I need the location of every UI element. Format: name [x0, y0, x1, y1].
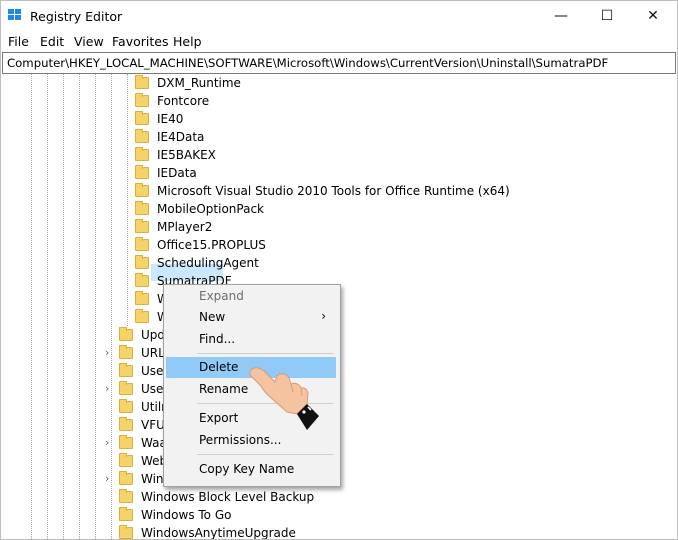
folder-icon: [119, 489, 133, 503]
menu-item-new[interactable]: New ›: [166, 307, 336, 328]
chevron-right-icon[interactable]: ›: [105, 346, 109, 359]
menu-view[interactable]: View: [74, 34, 104, 49]
menu-help[interactable]: Help: [173, 34, 202, 49]
chevron-right-icon: ›: [321, 309, 326, 323]
folder-icon: [119, 399, 133, 413]
menu-file[interactable]: File: [8, 34, 29, 49]
minimize-button[interactable]: —: [538, 1, 584, 32]
menu-edit[interactable]: Edit: [40, 34, 64, 49]
menu-bar: File Edit View Favorites Help: [1, 32, 677, 52]
registry-editor-icon: [8, 9, 24, 23]
menu-item-find[interactable]: Find...: [166, 329, 336, 350]
menu-separator: [197, 454, 334, 455]
maximize-button[interactable]: ☐: [584, 1, 630, 32]
title-bar: Registry Editor — ☐ ✕: [1, 1, 677, 32]
close-button[interactable]: ✕: [630, 1, 676, 32]
folder-icon: [135, 147, 149, 161]
folder-icon: [135, 309, 149, 323]
window-title: Registry Editor: [30, 9, 123, 24]
address-path: Computer\HKEY_LOCAL_MACHINE\SOFTWARE\Mic…: [7, 56, 609, 70]
folder-icon: [119, 417, 133, 431]
folder-icon: [119, 327, 133, 341]
folder-icon: [135, 93, 149, 107]
folder-icon: [119, 381, 133, 395]
folder-icon: [135, 219, 149, 233]
address-bar[interactable]: Computer\HKEY_LOCAL_MACHINE\SOFTWARE\Mic…: [2, 52, 676, 74]
folder-icon: [119, 345, 133, 359]
registry-editor-window: Registry Editor — ☐ ✕ File Edit View Fav…: [0, 0, 678, 540]
folder-icon: [135, 183, 149, 197]
menu-favorites[interactable]: Favorites: [112, 34, 168, 49]
folder-icon: [135, 237, 149, 251]
folder-icon: [135, 129, 149, 143]
folder-icon: [135, 291, 149, 305]
menu-item-copy-key-name[interactable]: Copy Key Name: [166, 459, 336, 480]
folder-icon: [135, 273, 149, 287]
pointing-hand-icon: [249, 367, 319, 430]
folder-icon: [135, 255, 149, 269]
folder-icon: [135, 111, 149, 125]
folder-icon: [119, 363, 133, 377]
folder-icon: [119, 471, 133, 485]
menu-item-expand[interactable]: Expand: [166, 286, 336, 307]
folder-icon: [135, 75, 149, 89]
folder-icon: [119, 507, 133, 521]
chevron-right-icon[interactable]: ›: [105, 382, 109, 395]
folder-icon: [119, 435, 133, 449]
folder-icon: [119, 453, 133, 467]
chevron-right-icon[interactable]: ›: [105, 436, 109, 449]
folder-icon: [135, 201, 149, 215]
folder-icon: [119, 525, 133, 539]
chevron-right-icon[interactable]: ›: [105, 472, 109, 485]
menu-separator: [197, 353, 334, 354]
folder-icon: [135, 165, 149, 179]
